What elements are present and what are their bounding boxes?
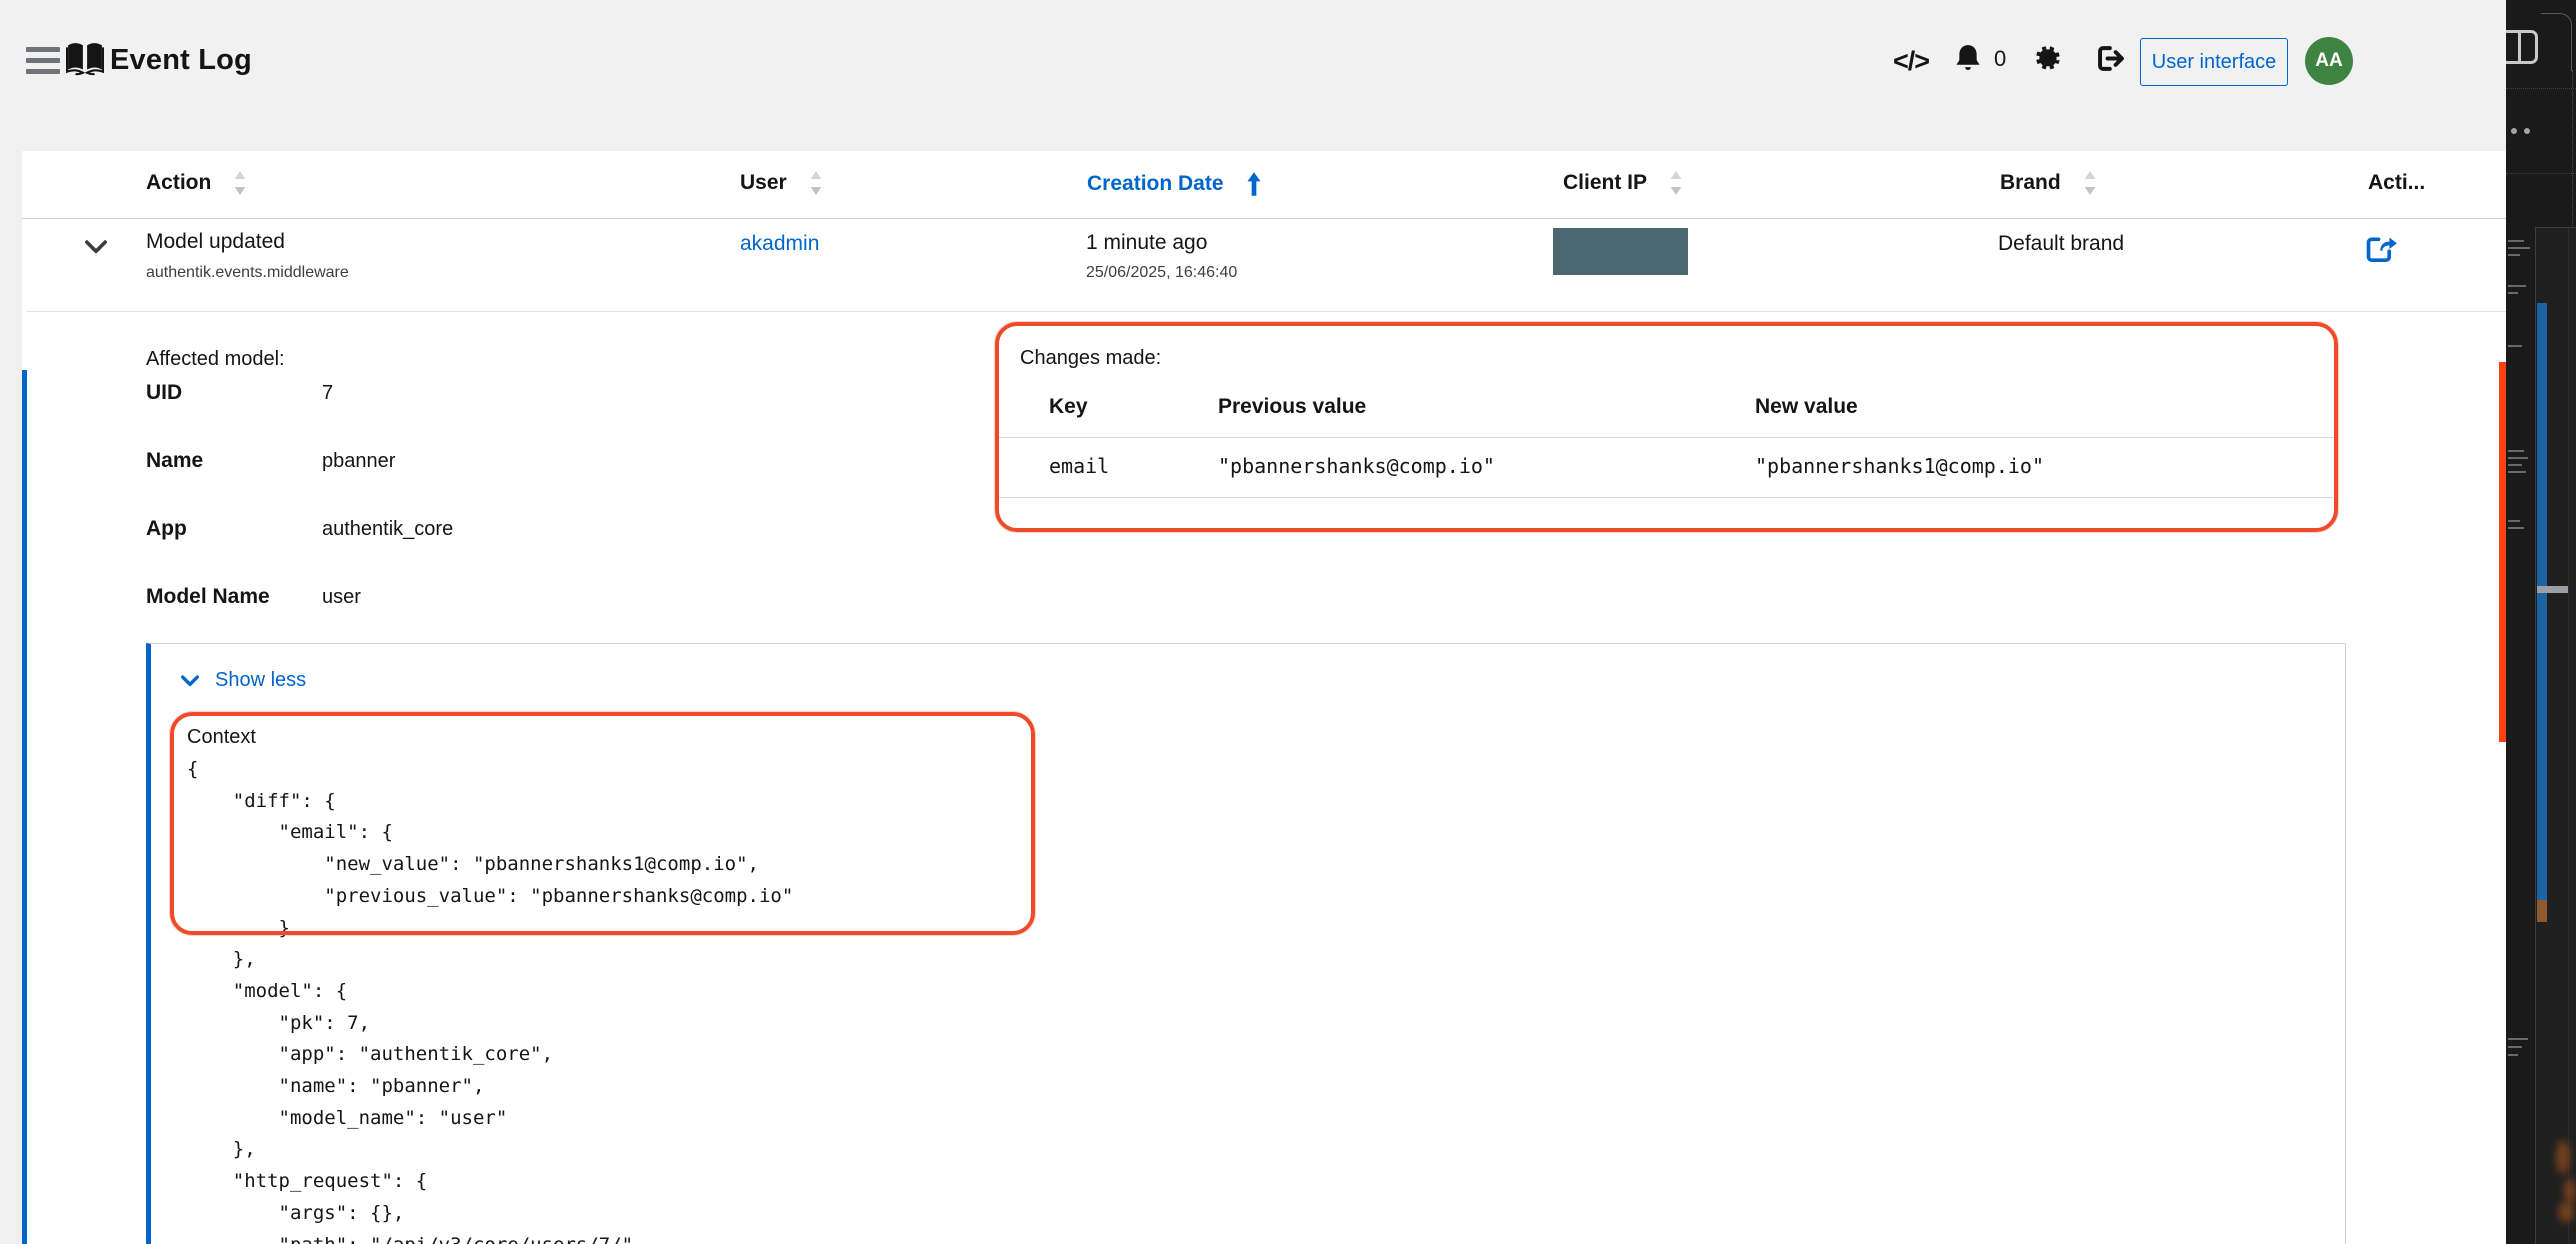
layout-columns-icon[interactable]	[2506, 30, 2538, 64]
client-ip-redaction-box	[1553, 228, 1688, 275]
minimap-noise	[2508, 1038, 2528, 1040]
divider	[2506, 88, 2576, 89]
minimap-noise	[2508, 1046, 2522, 1048]
context-label: Context	[187, 726, 256, 749]
sort-icon	[2083, 171, 2097, 195]
notification-count: 0	[1994, 46, 2006, 72]
sort-icon	[233, 171, 247, 195]
field-value: 7	[322, 382, 333, 405]
sign-out-icon	[2096, 44, 2126, 73]
minimap-orange-bar	[2499, 362, 2506, 742]
minimap-noise	[2508, 240, 2524, 242]
column-header-client-ip[interactable]: Client IP	[1563, 171, 1683, 195]
minimap-noise	[2508, 527, 2524, 529]
sidebar-toggle-button[interactable]	[26, 47, 60, 79]
divider	[999, 497, 2337, 498]
event-created-absolute: 25/06/2025, 16:46:40	[1086, 264, 1237, 282]
settings-button[interactable]	[2033, 44, 2062, 73]
divider	[2506, 173, 2576, 174]
strip-corner-border	[2541, 13, 2572, 71]
change-previous-value: "pbannershanks@comp.io"	[1218, 454, 1495, 478]
gear-icon	[2033, 44, 2062, 73]
column-header-creation-date[interactable]: Creation Date	[1087, 171, 1262, 197]
column-header-action[interactable]: Action	[146, 171, 247, 195]
minimap-blue-bar	[2537, 303, 2547, 900]
minimap-dotted-edge	[2568, 227, 2569, 1244]
minimap-noise	[2508, 450, 2524, 452]
minimap-smudge	[2556, 1140, 2570, 1174]
open-event-icon[interactable]	[2366, 235, 2398, 263]
changes-col-previous: Previous value	[1218, 395, 1366, 419]
minimap-noise	[2508, 247, 2530, 249]
row-divider	[27, 311, 2506, 312]
event-log-page: Event Log </> 0	[0, 0, 2576, 1244]
page-title: Event Log	[110, 44, 252, 77]
minimap-noise	[2508, 254, 2520, 256]
column-header-user[interactable]: User	[740, 171, 823, 195]
event-context-panel: Show less Context { "diff": { "email": {…	[146, 643, 2346, 1244]
minimap-noise	[2508, 285, 2526, 287]
minimap-noise	[2508, 1054, 2518, 1056]
minimap-smudge	[2564, 1178, 2576, 1204]
changes-title: Changes made:	[1020, 347, 1161, 370]
show-less-toggle[interactable]: Show less	[181, 669, 306, 692]
avatar[interactable]: AA	[2305, 37, 2353, 85]
ellipsis-dot	[2524, 128, 2530, 134]
sort-icon	[809, 171, 823, 195]
event-action: Model updated	[146, 230, 285, 254]
context-json: { "diff": { "email": { "new_value": "pba…	[187, 754, 793, 1244]
field-label: UID	[146, 381, 182, 405]
minimap-scroll-marker[interactable]	[2537, 586, 2568, 593]
minimap-noise	[2508, 471, 2526, 473]
minimap-smudge	[2558, 1202, 2574, 1222]
expanded-row-indicator	[22, 370, 27, 1244]
field-label: Model Name	[146, 585, 270, 609]
minimap-noise	[2508, 464, 2522, 466]
minimap-noise	[2508, 520, 2520, 522]
event-created-relative: 1 minute ago	[1086, 231, 1207, 255]
chevron-down-icon	[181, 675, 199, 687]
app-header: Event Log </> 0	[0, 0, 2576, 151]
event-action-app: authentik.events.middleware	[146, 264, 349, 282]
change-new-value: "pbannershanks1@comp.io"	[1755, 454, 2044, 478]
changes-col-new: New value	[1755, 395, 1858, 419]
event-log-icon	[66, 40, 104, 78]
event-user-link[interactable]: akadmin	[740, 232, 819, 256]
column-header-brand[interactable]: Brand	[2000, 171, 2097, 195]
column-header-actions[interactable]: Acti...	[2368, 171, 2425, 195]
divider	[999, 437, 2337, 438]
field-value: user	[322, 586, 361, 609]
minimap-brown-bar	[2537, 900, 2547, 922]
annotation-tool-strip	[2506, 0, 2576, 1244]
minimap-noise	[2508, 457, 2528, 459]
api-browser-button[interactable]: </>	[1893, 46, 1929, 77]
field-label: App	[146, 517, 187, 541]
event-brand: Default brand	[1998, 232, 2124, 256]
field-value: pbanner	[322, 450, 395, 473]
collapse-row-chevron[interactable]	[85, 240, 107, 254]
affected-model-label: Affected model:	[146, 348, 285, 371]
sort-ascending-icon	[1246, 171, 1262, 197]
minimap-noise	[2508, 345, 2522, 347]
bell-icon	[1954, 44, 1982, 74]
minimap-noise	[2508, 292, 2518, 294]
change-key: email	[1049, 454, 1109, 478]
sort-icon	[1669, 171, 1683, 195]
event-table: Action User Creation Date Client IP Bran…	[22, 151, 2506, 1244]
field-value: authentik_core	[322, 518, 453, 541]
field-label: Name	[146, 449, 203, 473]
user-interface-button[interactable]: User interface	[2140, 38, 2288, 86]
ellipsis-dot	[2511, 128, 2517, 134]
sign-out-button[interactable]	[2096, 44, 2126, 73]
changes-col-key: Key	[1049, 395, 1088, 419]
table-header-row: Action User Creation Date Client IP Bran…	[22, 151, 2506, 219]
notifications-button[interactable]: 0	[1954, 44, 2006, 74]
